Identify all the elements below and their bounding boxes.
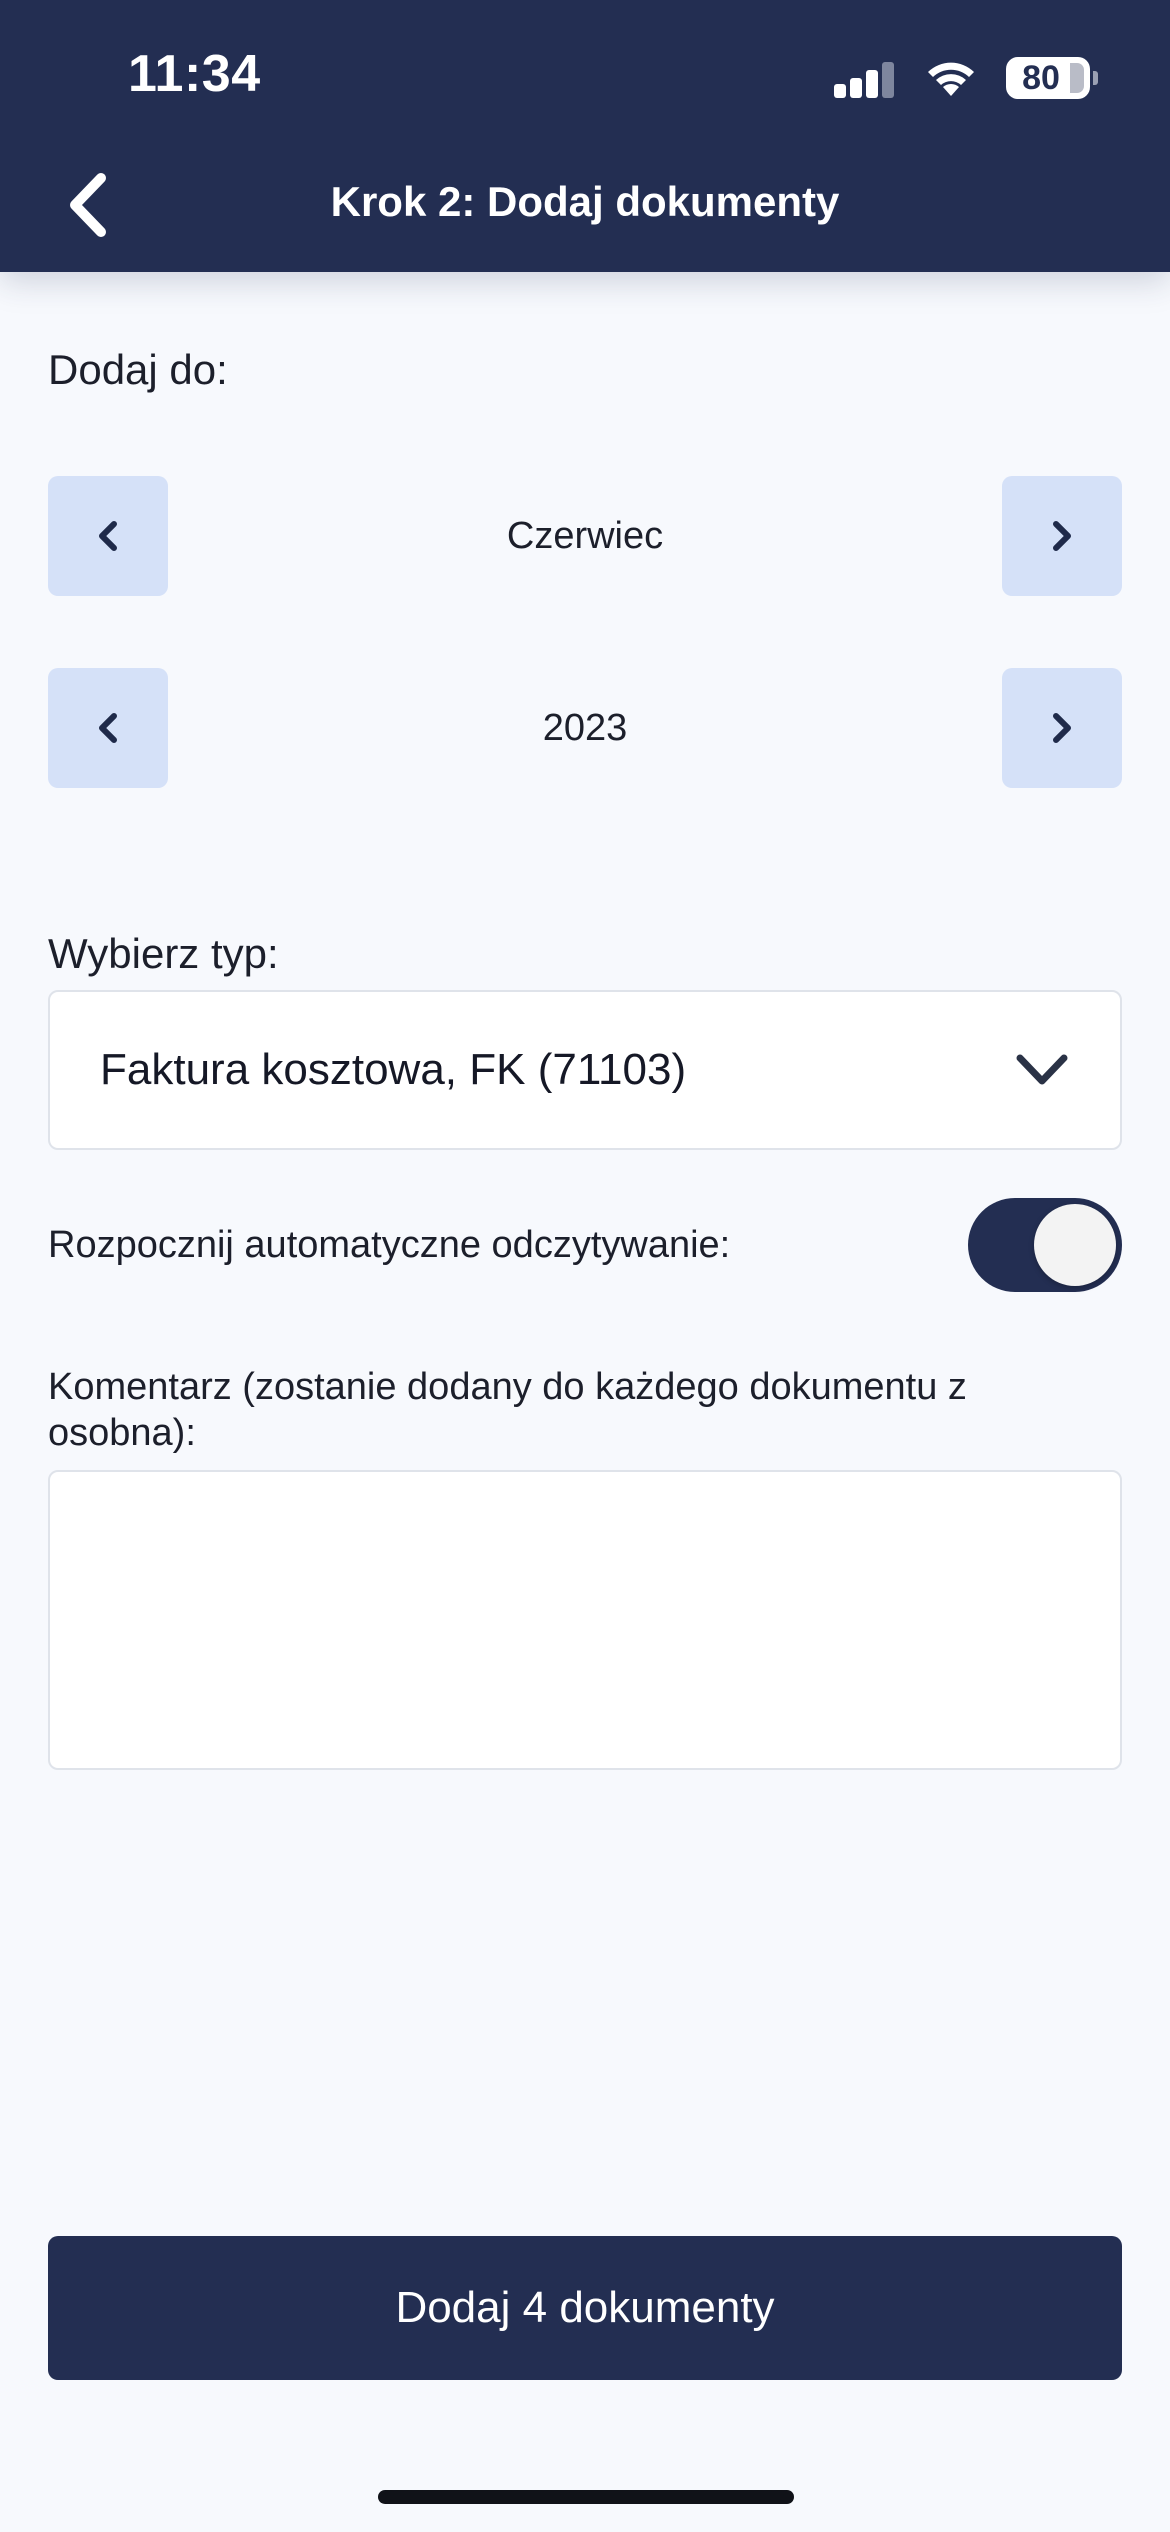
chevron-right-icon (1053, 521, 1071, 551)
chevron-right-icon (1053, 713, 1071, 743)
cellular-signal-icon (834, 58, 896, 98)
add-documents-button[interactable]: Dodaj 4 dokumenty (48, 2236, 1122, 2380)
page-title: Krok 2: Dodaj dokumenty (330, 178, 840, 225)
year-value: 2023 (542, 706, 628, 749)
header-bar: 11:34 80 Krok 2: Dodaj dokumenty (0, 0, 1170, 272)
battery-level: 80 (1022, 58, 1060, 97)
type-select[interactable]: Faktura kosztowa, FK (71103) (48, 990, 1122, 1150)
type-select-value: Faktura kosztowa, FK (71103) (100, 1045, 687, 1094)
auto-read-toggle[interactable] (968, 1198, 1122, 1292)
toggle-knob (1034, 1204, 1116, 1286)
auto-read-label: Rozpocznij automatyczne odczytywanie: (48, 1224, 731, 1266)
type-label: Wybierz typ: (48, 930, 279, 977)
year-prev-button[interactable] (48, 668, 168, 788)
chevron-left-icon (99, 521, 117, 551)
battery-icon: 80 (1006, 57, 1098, 99)
month-stepper: Czerwiec (48, 476, 1122, 596)
month-prev-button[interactable] (48, 476, 168, 596)
wifi-icon (928, 62, 974, 96)
month-value: Czerwiec (506, 514, 664, 557)
chevron-down-icon (1016, 1054, 1068, 1085)
chevron-left-icon (99, 713, 117, 743)
comment-field[interactable] (48, 1470, 1122, 1770)
year-stepper: 2023 (48, 668, 1122, 788)
add-to-label: Dodaj do: (48, 346, 228, 393)
year-next-button[interactable] (1002, 668, 1122, 788)
comment-label: Komentarz (zostanie dodany do każdego do… (48, 1366, 967, 1454)
status-icons: 80 (834, 54, 1098, 102)
month-next-button[interactable] (1002, 476, 1122, 596)
status-time: 11:34 (128, 45, 261, 103)
app-screen: 11:34 80 Krok 2: Dodaj dokumenty Dodaj d… (0, 0, 1170, 2532)
home-indicator (378, 2490, 794, 2504)
